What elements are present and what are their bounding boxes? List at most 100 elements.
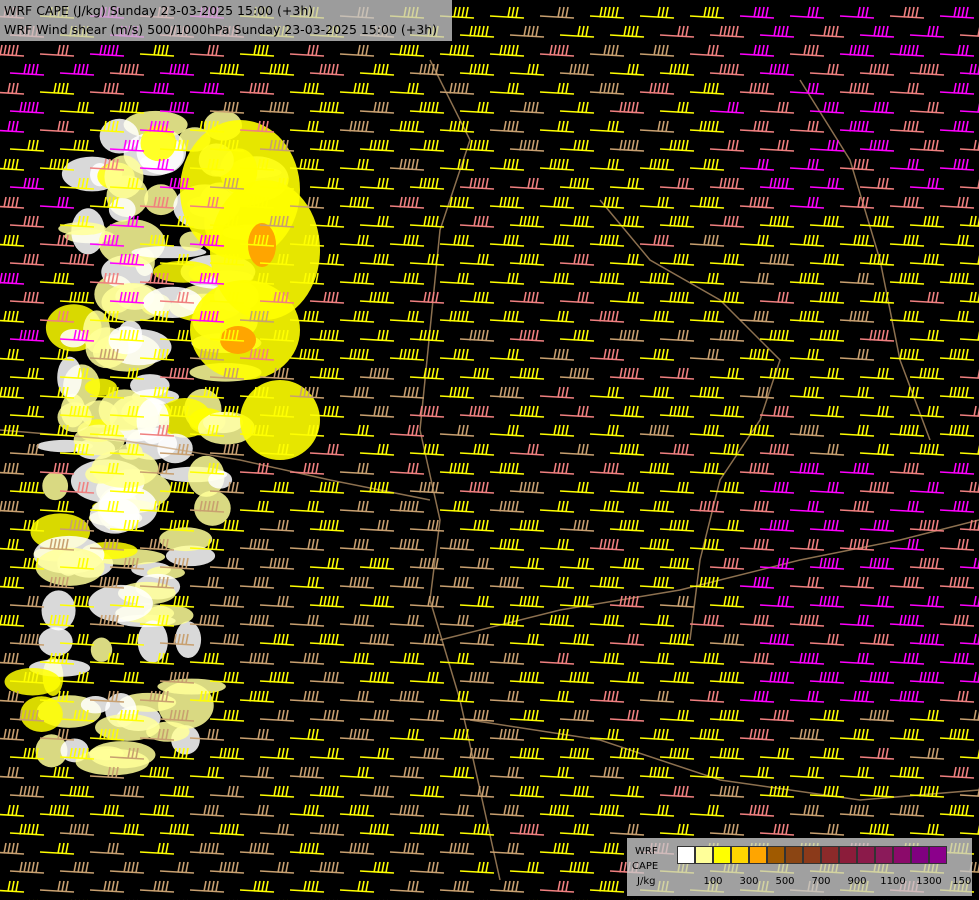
wind-barb <box>539 804 575 817</box>
wind-barb <box>489 234 525 247</box>
wind-barb <box>209 63 245 76</box>
wind-barb <box>209 595 245 608</box>
wind-barb <box>509 101 545 114</box>
wind-barb <box>309 443 345 456</box>
wind-barb <box>509 253 545 266</box>
wind-barb <box>589 462 625 475</box>
wind-barb <box>789 120 825 133</box>
wind-barb <box>289 348 325 361</box>
wind-barb <box>0 310 25 323</box>
wind-barb <box>509 481 545 494</box>
wind-barb <box>739 310 775 323</box>
wind-barb <box>59 291 95 304</box>
legend-swatch <box>677 846 695 864</box>
wind-barb <box>359 709 395 722</box>
wind-barb <box>39 842 75 855</box>
wind-barb <box>959 139 979 151</box>
wind-barb <box>339 500 375 513</box>
wind-barb <box>839 538 875 551</box>
wind-barb <box>859 253 895 266</box>
wind-barb <box>109 671 145 684</box>
wind-barb <box>39 500 75 513</box>
wind-barb <box>239 614 275 627</box>
wind-barb <box>689 386 725 399</box>
wind-barb <box>0 196 25 209</box>
wind-barb <box>509 785 545 798</box>
wind-barb <box>289 120 325 133</box>
wind-barb <box>659 101 695 114</box>
wind-barb <box>739 82 775 95</box>
wind-barb <box>0 804 25 817</box>
wind-barb <box>189 842 225 855</box>
wind-barb <box>0 158 25 171</box>
wind-barb <box>889 690 925 703</box>
wind-barb <box>909 177 945 190</box>
wind-barb <box>889 120 925 133</box>
wind-barb <box>309 861 345 874</box>
wind-barb <box>359 139 395 152</box>
wind-barb <box>939 158 975 171</box>
wind-barb <box>759 709 795 722</box>
wind-barb <box>439 690 475 703</box>
wind-barb <box>459 443 495 456</box>
wind-barb <box>739 44 775 57</box>
wind-barb <box>589 158 625 171</box>
wind-barb <box>509 139 545 152</box>
wind-barb <box>889 310 925 323</box>
wind-barb <box>509 291 545 304</box>
wind-barb <box>739 196 775 209</box>
wind-barb <box>9 481 45 494</box>
wind-barb <box>959 26 979 37</box>
wind-barb <box>639 804 675 817</box>
wind-barb <box>639 196 675 209</box>
wind-barb <box>689 652 725 665</box>
wind-barb <box>439 120 475 133</box>
wind-barb <box>839 158 875 171</box>
wind-barb <box>659 747 695 760</box>
wind-barb <box>739 766 775 779</box>
wind-barb <box>289 462 325 475</box>
wind-barb <box>589 728 625 741</box>
wind-barb <box>759 177 795 190</box>
wind-barb <box>409 633 445 646</box>
wind-barb <box>939 44 975 57</box>
wind-barb <box>59 101 95 114</box>
wind-barb <box>559 671 595 684</box>
wind-barb <box>809 367 845 380</box>
wind-barb <box>609 139 645 152</box>
wind-barb <box>789 44 825 57</box>
wind-barb <box>909 139 945 152</box>
wind-barb <box>609 329 645 342</box>
wind-barb <box>659 633 695 646</box>
wind-barb <box>659 253 695 266</box>
wind-barb <box>959 748 979 759</box>
wind-barb <box>609 671 645 684</box>
legend-tick-label: 1300 <box>916 876 942 887</box>
wind-barb <box>189 804 225 817</box>
wind-barb <box>289 614 325 627</box>
wind-barb <box>559 101 595 114</box>
wind-barb <box>609 253 645 266</box>
wind-barb <box>339 728 375 741</box>
wind-barb <box>39 196 75 209</box>
wind-barb <box>409 139 445 152</box>
wind-barb <box>659 405 695 418</box>
wind-barb <box>0 120 25 133</box>
wind-barb <box>559 253 595 266</box>
wind-barb <box>9 101 45 114</box>
wind-barb <box>659 367 695 380</box>
wind-barb <box>489 6 525 19</box>
legend-swatch <box>767 846 785 864</box>
wind-barb <box>659 823 695 836</box>
wind-barb <box>259 671 295 684</box>
wind-barb <box>739 120 775 133</box>
wind-barb <box>739 500 775 513</box>
wind-barb <box>439 272 475 285</box>
wind-barb <box>859 709 895 722</box>
wind-barb <box>959 215 979 227</box>
wind-barb <box>839 44 875 57</box>
wind-barb <box>589 44 625 57</box>
wind-barb <box>489 386 525 399</box>
wind-barb <box>659 671 695 684</box>
wind-barb <box>159 367 195 380</box>
